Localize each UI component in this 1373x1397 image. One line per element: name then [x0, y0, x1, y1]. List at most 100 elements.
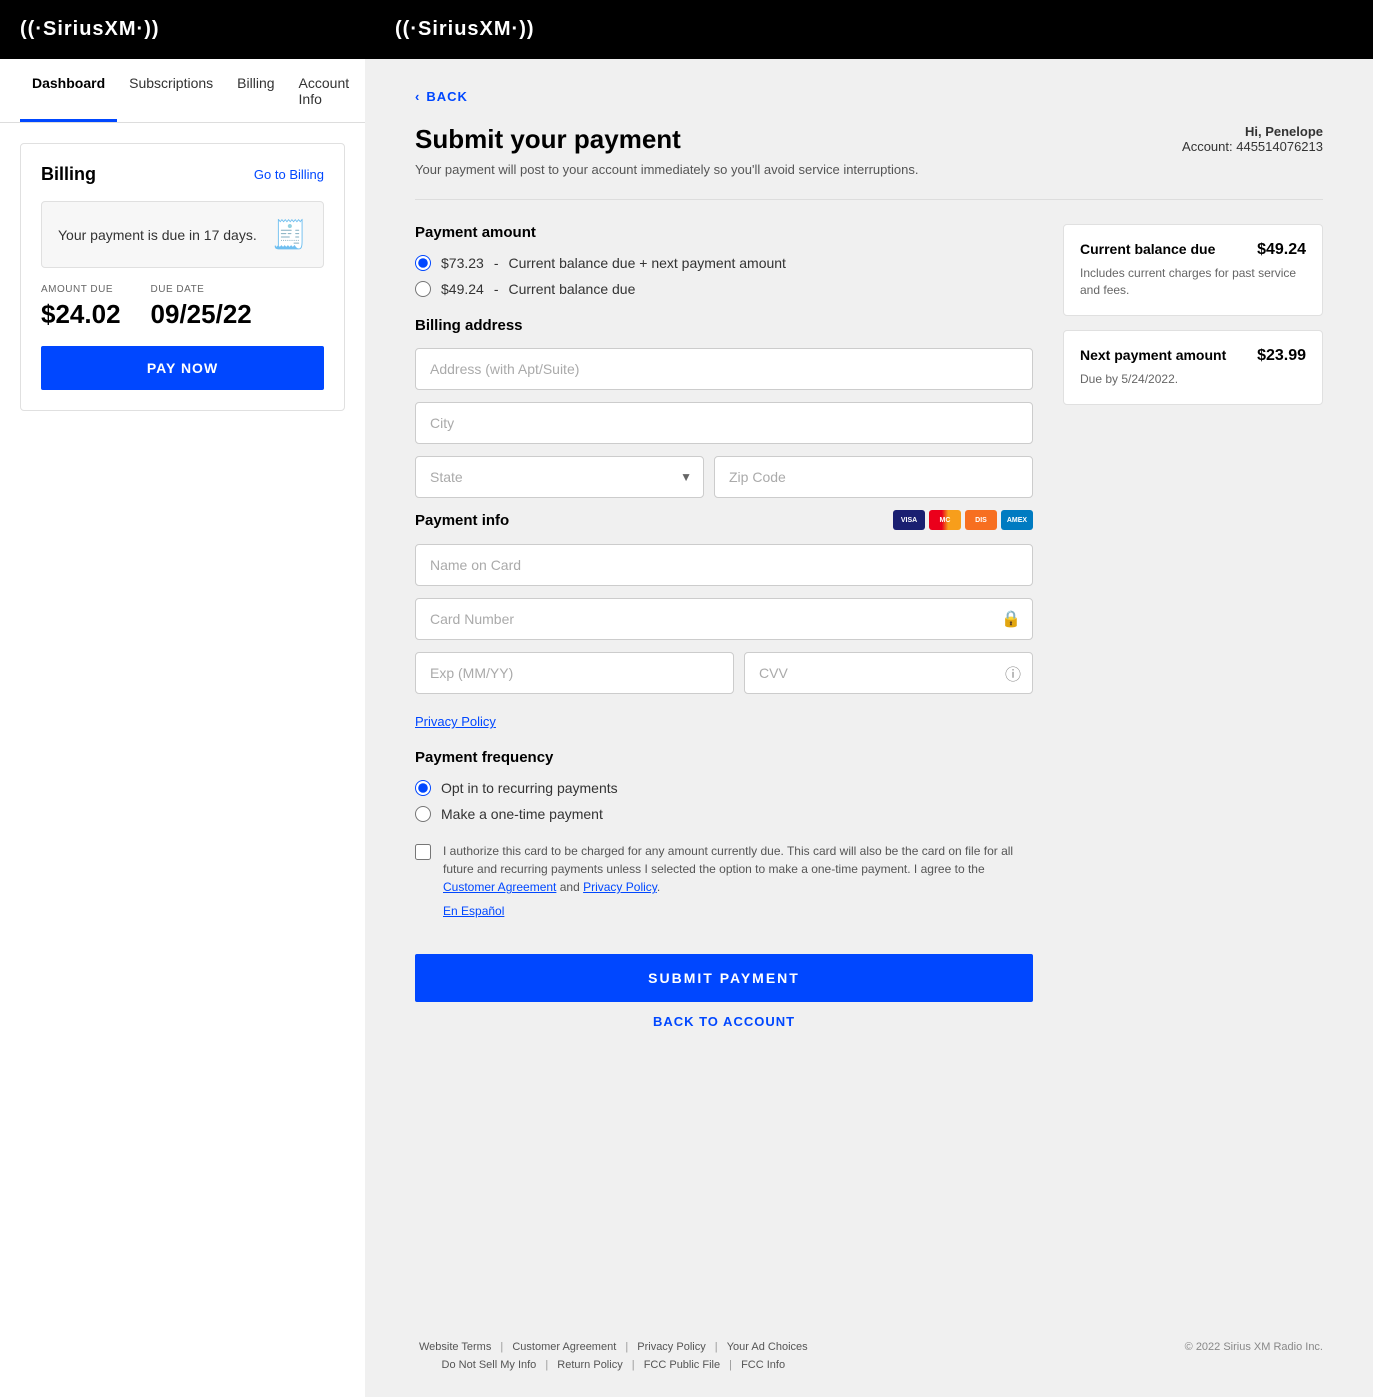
payment-frequency-group: Opt in to recurring payments Make a one-… [415, 780, 1033, 822]
left-panel: ((·SiriusXM·)) Dashboard Subscriptions B… [0, 0, 365, 1397]
payment-option1-desc: Current balance due + next payment amoun… [509, 255, 786, 271]
footer-fcc-info[interactable]: FCC Info [741, 1359, 785, 1371]
auth-text-part2: . [657, 880, 660, 894]
payment-option1[interactable]: $73.23 - Current balance due + next paym… [415, 255, 1033, 271]
footer-links-row1: Website Terms | Customer Agreement | Pri… [415, 1341, 812, 1353]
footer-fcc-public[interactable]: FCC Public File [644, 1359, 720, 1371]
payment-option2-value: $49.24 [441, 281, 484, 297]
question-icon: ⓘ [1005, 661, 1021, 685]
state-select[interactable]: State ALAKAZCA COFLGANY TX [415, 456, 704, 498]
footer-ad-choices[interactable]: Your Ad Choices [727, 1341, 808, 1353]
footer-copyright: © 2022 Sirius XM Radio Inc. [1185, 1341, 1323, 1353]
summary-section: Current balance due $49.24 Includes curr… [1063, 224, 1323, 1041]
payment-option2[interactable]: $49.24 - Current balance due [415, 281, 1033, 297]
payment-option1-value: $73.23 [441, 255, 484, 271]
footer: Website Terms | Customer Agreement | Pri… [365, 1305, 1373, 1397]
city-group [415, 402, 1033, 444]
payment-info-title: Payment info [415, 512, 509, 529]
card-number-input[interactable] [415, 598, 1033, 640]
auth-text-part1: I authorize this card to be charged for … [443, 844, 1013, 876]
footer-do-not-sell[interactable]: Do Not Sell My Info [442, 1359, 537, 1371]
card-icons: VISA MC DIS AMEX [893, 510, 1033, 530]
address-group [415, 348, 1033, 390]
auth-text-and: and [556, 880, 583, 894]
payment-option2-sep: - [494, 281, 499, 297]
payment-due-box: Your payment is due in 17 days. 🧾 [41, 201, 324, 268]
right-header: ((·SiriusXM·)) [365, 0, 1373, 59]
footer-privacy-policy[interactable]: Privacy Policy [637, 1341, 705, 1353]
footer-customer-agreement[interactable]: Customer Agreement [512, 1341, 616, 1353]
city-input[interactable] [415, 402, 1033, 444]
amount-due-block: AMOUNT DUE $24.02 [41, 284, 121, 330]
current-balance-card: Current balance due $49.24 Includes curr… [1063, 224, 1323, 316]
user-info: Hi, Penelope Account: 445514076213 [1182, 124, 1323, 154]
main-layout: Payment amount $73.23 - Current balance … [415, 224, 1323, 1041]
back-to-account-button[interactable]: BACK TO ACCOUNT [415, 1002, 1033, 1041]
authorization-checkbox[interactable] [415, 844, 431, 860]
cvv-input[interactable] [744, 652, 1033, 694]
current-balance-label: Current balance due [1080, 241, 1215, 257]
payment-option2-desc: Current balance due [509, 281, 636, 297]
frequency-option2-radio[interactable] [415, 806, 431, 822]
next-payment-amount: $23.99 [1257, 347, 1306, 365]
frequency-option1-radio[interactable] [415, 780, 431, 796]
page-top: Submit your payment Hi, Penelope Account… [415, 124, 1323, 155]
due-date-label: DUE DATE [151, 284, 252, 295]
current-balance-amount: $49.24 [1257, 241, 1306, 259]
due-date-block: DUE DATE 09/25/22 [151, 284, 252, 330]
divider [415, 199, 1323, 200]
nav-subscriptions[interactable]: Subscriptions [117, 59, 225, 122]
user-account: Account: 445514076213 [1182, 139, 1323, 154]
lock-icon: 🔒 [1001, 609, 1021, 629]
right-content: ‹ BACK Submit your payment Hi, Penelope … [365, 59, 1373, 1305]
current-balance-desc: Includes current charges for past servic… [1080, 265, 1306, 299]
go-to-billing-link[interactable]: Go to Billing [254, 167, 324, 182]
nav-dashboard[interactable]: Dashboard [20, 59, 117, 122]
payment-option1-sep: - [494, 255, 499, 271]
payment-amount-title: Payment amount [415, 224, 1033, 241]
next-payment-desc: Due by 5/24/2022. [1080, 371, 1306, 388]
billing-section: Billing Go to Billing Your payment is du… [20, 143, 345, 411]
authorization-text: I authorize this card to be charged for … [443, 842, 1033, 920]
exp-input[interactable] [415, 652, 734, 694]
pay-now-button[interactable]: PAY NOW [41, 346, 324, 390]
payment-option1-radio[interactable] [415, 255, 431, 271]
back-label: BACK [426, 89, 468, 104]
next-payment-header: Next payment amount $23.99 [1080, 347, 1306, 365]
card-number-group: 🔒 [415, 598, 1033, 640]
submit-payment-button[interactable]: SUBMIT PAYMENT [415, 954, 1033, 1002]
amex-icon: AMEX [1001, 510, 1033, 530]
frequency-option2-label: Make a one-time payment [441, 806, 603, 822]
billing-address-title: Billing address [415, 317, 1033, 334]
nav-billing[interactable]: Billing [225, 59, 286, 122]
payment-info-header: Payment info VISA MC DIS AMEX [415, 510, 1033, 530]
frequency-option1[interactable]: Opt in to recurring payments [415, 780, 1033, 796]
footer-website-terms[interactable]: Website Terms [419, 1341, 491, 1353]
right-panel: ((·SiriusXM·)) ‹ BACK Submit your paymen… [365, 0, 1373, 1397]
zip-input[interactable] [714, 456, 1033, 498]
payment-amount-group: $73.23 - Current balance due + next paym… [415, 255, 1033, 297]
privacy-policy-link[interactable]: Privacy Policy [415, 714, 496, 729]
nav-account-info[interactable]: Account Info [287, 59, 362, 122]
back-chevron-icon: ‹ [415, 89, 420, 104]
state-zip-group: State ALAKAZCA COFLGANY TX ▼ [415, 456, 1033, 498]
footer-links-row2: Do Not Sell My Info | Return Policy | FC… [415, 1359, 812, 1371]
siriusxm-logo-left: ((·SiriusXM·)) [20, 18, 345, 41]
frequency-option2[interactable]: Make a one-time payment [415, 806, 1033, 822]
mastercard-icon: MC [929, 510, 961, 530]
footer-return-policy[interactable]: Return Policy [557, 1359, 622, 1371]
address-input[interactable] [415, 348, 1033, 390]
name-on-card-input[interactable] [415, 544, 1033, 586]
exp-cvv-group: ⓘ [415, 652, 1033, 694]
due-date-value: 09/25/22 [151, 299, 252, 330]
payment-due-text: Your payment is due in 17 days. [58, 227, 257, 243]
auth-privacy-policy-link[interactable]: Privacy Policy [583, 880, 657, 894]
frequency-option1-label: Opt in to recurring payments [441, 780, 618, 796]
payment-frequency-title: Payment frequency [415, 749, 1033, 766]
billing-title: Billing [41, 164, 96, 185]
customer-agreement-link[interactable]: Customer Agreement [443, 880, 556, 894]
en-espanol-link[interactable]: En Español [443, 902, 1033, 920]
current-balance-header: Current balance due $49.24 [1080, 241, 1306, 259]
back-link[interactable]: ‹ BACK [415, 89, 1323, 104]
payment-option2-radio[interactable] [415, 281, 431, 297]
